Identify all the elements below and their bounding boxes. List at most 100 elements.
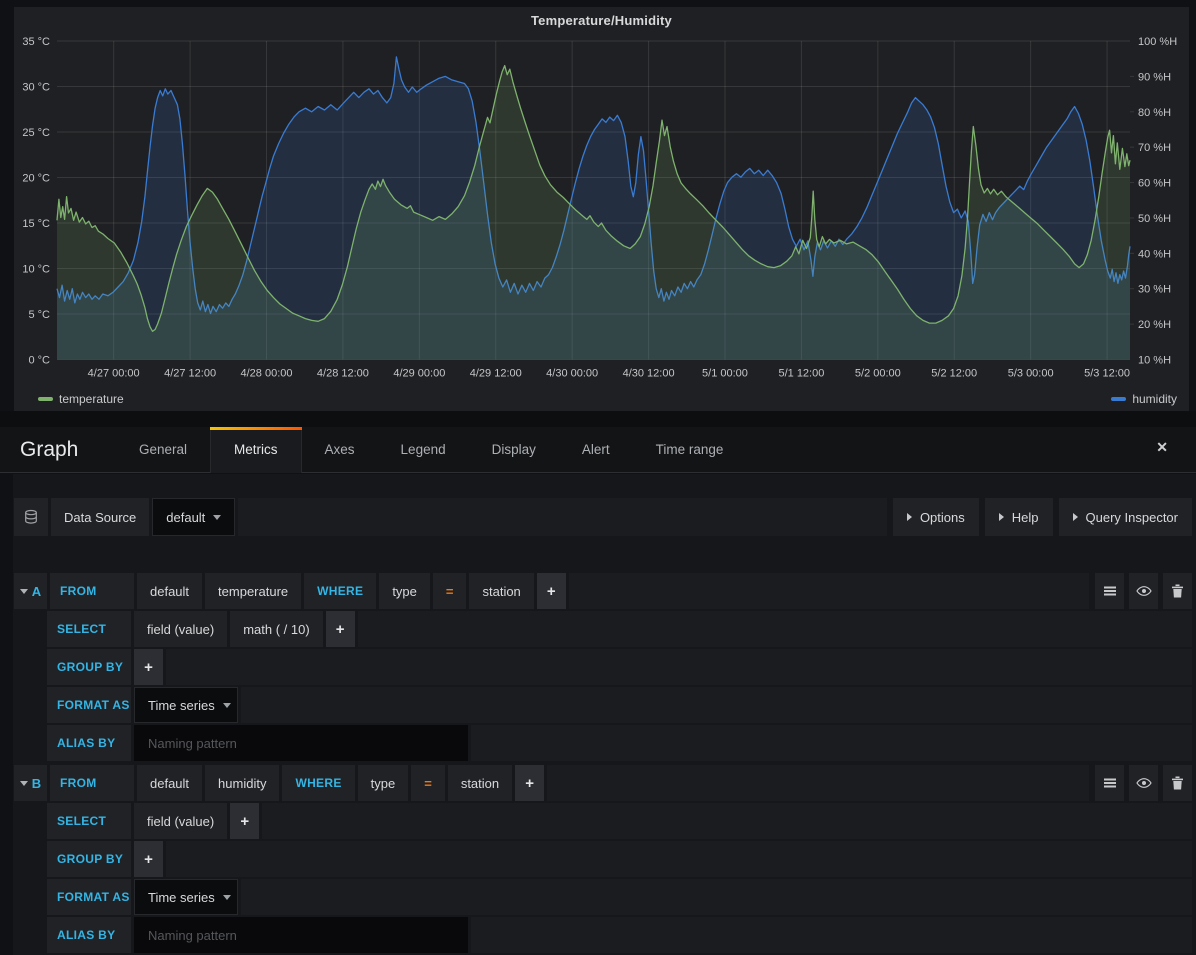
- aliasby-keyword: ALIAS BY: [47, 725, 131, 761]
- tab-general[interactable]: General: [116, 427, 210, 472]
- query-b-collapse-button[interactable]: B: [14, 765, 47, 801]
- tab-legend[interactable]: Legend: [378, 427, 469, 472]
- panel-editor-divider: [0, 411, 1196, 427]
- from-source-segment[interactable]: default: [137, 765, 202, 801]
- legend-item-humidity[interactable]: humidity: [1111, 392, 1177, 406]
- groupby-keyword: GROUP BY: [47, 841, 131, 877]
- svg-text:4/30 12:00: 4/30 12:00: [623, 368, 675, 380]
- close-icon[interactable]: ✕: [1156, 440, 1168, 454]
- svg-text:10 °C: 10 °C: [22, 264, 50, 276]
- query-menu-button[interactable]: [1095, 765, 1124, 801]
- svg-text:5/1 00:00: 5/1 00:00: [702, 368, 748, 380]
- tab-metrics[interactable]: Metrics: [210, 427, 302, 473]
- select-field-segment[interactable]: field (value): [134, 803, 227, 839]
- alias-pattern-input[interactable]: [134, 725, 468, 761]
- svg-text:100 %H: 100 %H: [1138, 36, 1177, 48]
- editor-tabs: General Metrics Axes Legend Display Aler…: [116, 427, 746, 472]
- format-as-select[interactable]: Time series: [134, 879, 238, 915]
- query-a-collapse-button[interactable]: A: [14, 573, 47, 609]
- legend-label: humidity: [1132, 392, 1177, 406]
- query-inspector-button[interactable]: Query Inspector: [1059, 498, 1193, 536]
- svg-text:10 %H: 10 %H: [1138, 355, 1171, 367]
- query-disable-eye-button[interactable]: [1129, 573, 1158, 609]
- active-tab-accent: [210, 427, 302, 430]
- format-as-select[interactable]: Time series: [134, 687, 238, 723]
- svg-text:30 %H: 30 %H: [1138, 284, 1171, 296]
- formatas-keyword: FORMAT AS: [47, 879, 131, 915]
- chart-legend: temperature humidity: [14, 392, 1189, 408]
- row-filler: [471, 725, 1192, 761]
- svg-text:70 %H: 70 %H: [1138, 142, 1171, 154]
- chevron-down-icon: [223, 895, 231, 900]
- query-block-a: A FROM default temperature WHERE type = …: [14, 573, 1192, 763]
- datasource-row: Data Source default Options Help Query I…: [14, 498, 1192, 536]
- select-field-segment[interactable]: field (value): [134, 611, 227, 647]
- tab-alert[interactable]: Alert: [559, 427, 633, 472]
- svg-text:4/30 00:00: 4/30 00:00: [546, 368, 598, 380]
- where-operator-segment[interactable]: =: [433, 573, 467, 609]
- query-a-format-row: FORMAT AS Time series: [47, 687, 1192, 723]
- svg-text:4/27 00:00: 4/27 00:00: [88, 368, 140, 380]
- svg-text:4/29 12:00: 4/29 12:00: [470, 368, 522, 380]
- query-disable-eye-button[interactable]: [1129, 765, 1158, 801]
- where-keyword: WHERE: [282, 765, 354, 801]
- svg-text:90 %H: 90 %H: [1138, 71, 1171, 83]
- add-select-button[interactable]: +: [230, 803, 259, 839]
- svg-text:5/3 00:00: 5/3 00:00: [1008, 368, 1054, 380]
- options-button[interactable]: Options: [893, 498, 979, 536]
- database-icon: [14, 498, 48, 536]
- select-math-segment[interactable]: math ( / 10): [230, 611, 322, 647]
- add-groupby-button[interactable]: +: [134, 649, 163, 685]
- where-value-segment[interactable]: station: [448, 765, 512, 801]
- where-tag-segment[interactable]: type: [358, 765, 409, 801]
- where-keyword: WHERE: [304, 573, 376, 609]
- add-where-button[interactable]: +: [537, 573, 566, 609]
- query-delete-trash-button[interactable]: [1163, 765, 1192, 801]
- svg-text:40 %H: 40 %H: [1138, 248, 1171, 260]
- help-button[interactable]: Help: [985, 498, 1053, 536]
- query-delete-trash-button[interactable]: [1163, 573, 1192, 609]
- chevron-down-icon: [20, 589, 28, 594]
- from-measurement-segment[interactable]: temperature: [205, 573, 301, 609]
- svg-text:35 °C: 35 °C: [22, 36, 50, 48]
- alias-pattern-input[interactable]: [134, 917, 468, 953]
- chevron-down-icon: [20, 781, 28, 786]
- datasource-filler: [238, 498, 887, 536]
- tab-display[interactable]: Display: [469, 427, 559, 472]
- panel-type-title: Graph: [20, 427, 116, 472]
- row-filler: [471, 917, 1192, 953]
- svg-text:50 %H: 50 %H: [1138, 213, 1171, 225]
- select-keyword: SELECT: [47, 803, 131, 839]
- add-groupby-button[interactable]: +: [134, 841, 163, 877]
- row-filler: [358, 611, 1192, 647]
- tab-axes[interactable]: Axes: [302, 427, 378, 472]
- chevron-down-icon: [213, 515, 221, 520]
- chart-svg: 35 °C30 °C25 °C20 °C15 °C10 °C5 °C0 °C10…: [14, 7, 1189, 389]
- query-a-select-row: SELECT field (value) math ( / 10) +: [47, 611, 1192, 647]
- chevron-right-icon: [1073, 513, 1078, 521]
- add-select-button[interactable]: +: [326, 611, 355, 647]
- row-filler: [166, 649, 1192, 685]
- chevron-right-icon: [907, 513, 912, 521]
- from-measurement-segment[interactable]: humidity: [205, 765, 279, 801]
- svg-text:5/1 12:00: 5/1 12:00: [778, 368, 824, 380]
- legend-item-temperature[interactable]: temperature: [38, 392, 124, 406]
- svg-text:20 °C: 20 °C: [22, 173, 50, 185]
- chevron-right-icon: [999, 513, 1004, 521]
- datasource-select[interactable]: default: [152, 498, 235, 536]
- temperature-swatch-icon: [38, 397, 53, 401]
- from-keyword: FROM: [50, 573, 134, 609]
- where-value-segment[interactable]: station: [469, 573, 533, 609]
- add-where-button[interactable]: +: [515, 765, 544, 801]
- row-filler: [547, 765, 1089, 801]
- query-b-format-row: FORMAT AS Time series: [47, 879, 1192, 915]
- row-filler: [241, 879, 1192, 915]
- tab-time-range[interactable]: Time range: [633, 427, 747, 472]
- row-filler: [241, 687, 1192, 723]
- svg-text:5/2 12:00: 5/2 12:00: [931, 368, 977, 380]
- query-menu-button[interactable]: [1095, 573, 1124, 609]
- where-tag-segment[interactable]: type: [379, 573, 430, 609]
- where-operator-segment[interactable]: =: [411, 765, 445, 801]
- query-ref-letter: A: [32, 584, 41, 599]
- from-source-segment[interactable]: default: [137, 573, 202, 609]
